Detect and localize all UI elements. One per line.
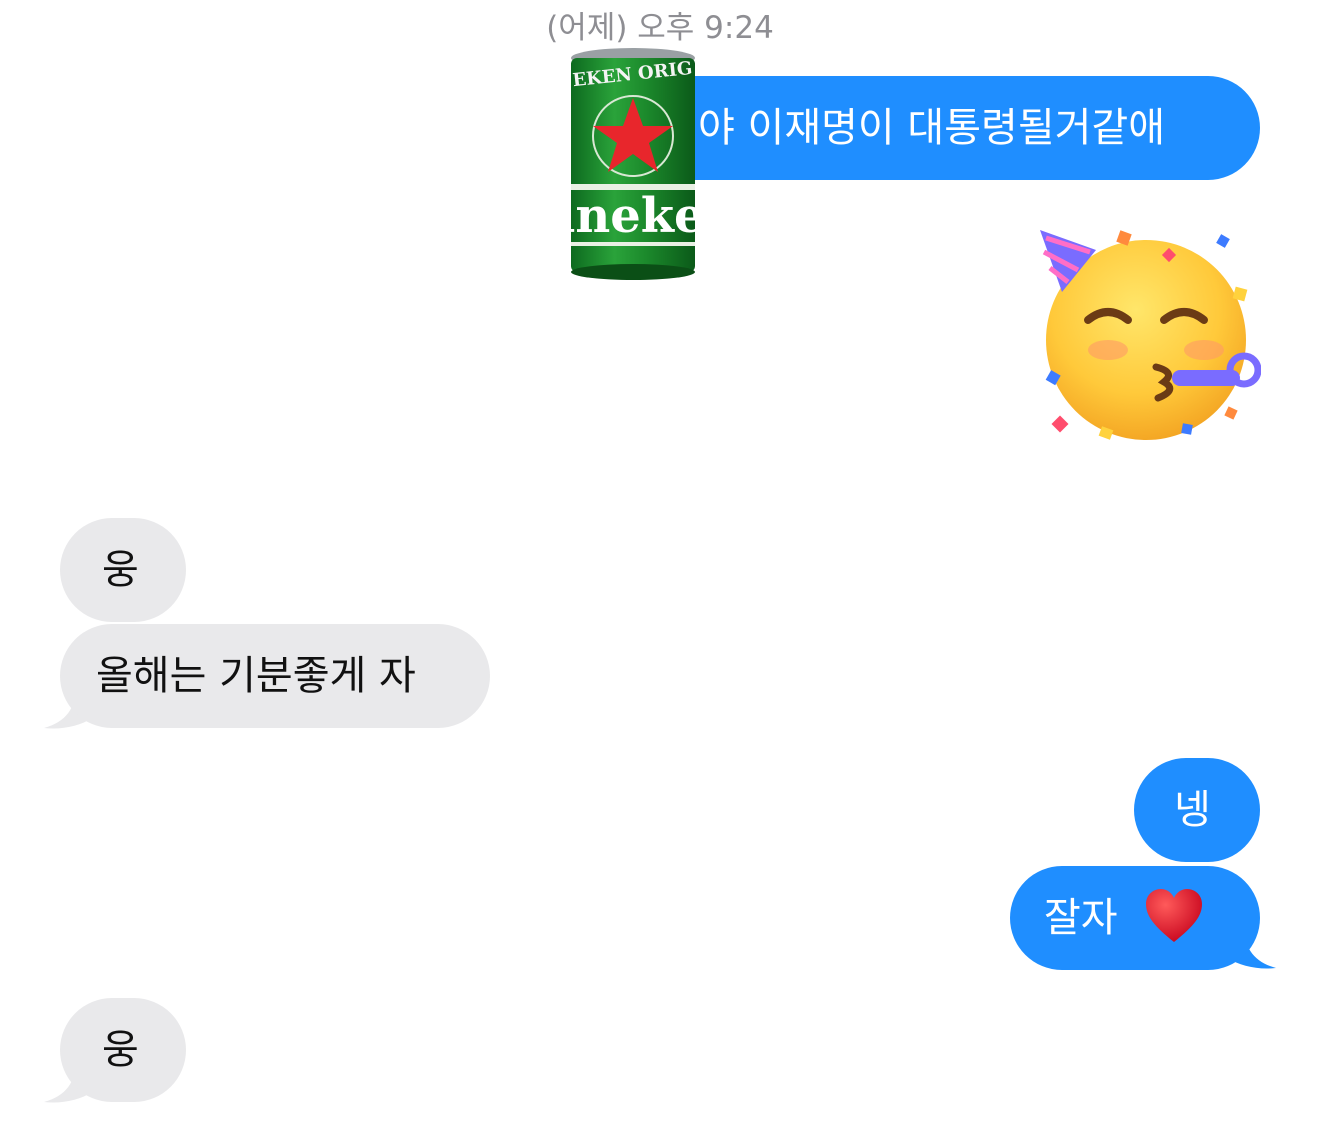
message-bubble-incoming[interactable]: 웅 xyxy=(60,998,186,1102)
heineken-can-sticker[interactable]: EKEN ORIG eineken xyxy=(568,46,698,282)
message-text: 야 이재명이 대통령될거같애 xyxy=(698,105,1166,151)
message-text: 넹 xyxy=(1174,787,1211,833)
message-timestamp: (어제) 오후 9:24 xyxy=(546,10,774,46)
red-heart-emoji xyxy=(1146,889,1203,942)
message-text: 웅 xyxy=(102,1027,139,1073)
message-text: 잘자 xyxy=(1044,895,1118,941)
conversation-view: (어제) 오후 9:24 야 이재명이 대통령될거같애 EKEN ORIG ei… xyxy=(0,0,1320,1133)
sticker-text: eineken xyxy=(568,188,698,244)
message-bubble-outgoing[interactable]: 야 이재명이 대통령될거같애 xyxy=(640,76,1260,180)
message-text: 올해는 기분좋게 자 xyxy=(96,653,416,699)
partying-face-emoji[interactable] xyxy=(1036,222,1261,442)
message-bubble-incoming[interactable]: 웅 xyxy=(60,518,186,622)
message-bubble-outgoing[interactable]: 넹 xyxy=(1134,758,1260,862)
message-bubble-incoming[interactable]: 올해는 기분좋게 자 xyxy=(60,624,490,728)
message-text: 웅 xyxy=(102,547,139,593)
message-bubble-outgoing[interactable]: 잘자 xyxy=(1010,866,1260,970)
